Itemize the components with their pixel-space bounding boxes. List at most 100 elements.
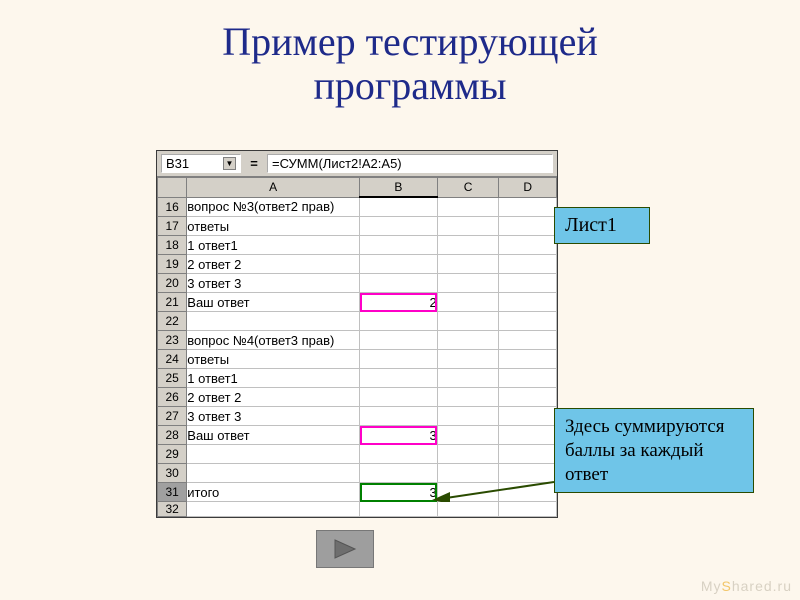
table-row: 17ответы xyxy=(158,217,557,236)
col-header-D[interactable]: D xyxy=(499,178,557,198)
cell[interactable] xyxy=(360,331,438,350)
row-header[interactable]: 30 xyxy=(158,464,187,483)
chevron-down-icon[interactable]: ▼ xyxy=(223,157,236,170)
cell[interactable] xyxy=(437,369,499,388)
cell[interactable] xyxy=(360,274,438,293)
name-box-value: B31 xyxy=(166,156,189,171)
cell[interactable] xyxy=(437,255,499,274)
table-row: 30 xyxy=(158,464,557,483)
cell[interactable]: вопрос №3(ответ2 прав) xyxy=(187,197,360,217)
cell[interactable] xyxy=(437,464,499,483)
cell[interactable]: 2 ответ 2 xyxy=(187,255,360,274)
row-header[interactable]: 22 xyxy=(158,312,187,331)
row-header[interactable]: 24 xyxy=(158,350,187,369)
cell[interactable] xyxy=(360,388,438,407)
cell[interactable]: 1 ответ1 xyxy=(187,236,360,255)
row-header[interactable]: 25 xyxy=(158,369,187,388)
cell[interactable] xyxy=(499,445,557,464)
cell[interactable] xyxy=(360,312,438,331)
cell[interactable] xyxy=(360,445,438,464)
cell[interactable] xyxy=(499,407,557,426)
cell[interactable] xyxy=(437,312,499,331)
cell[interactable]: итого xyxy=(187,483,360,502)
cell[interactable] xyxy=(499,255,557,274)
col-header-A[interactable]: A xyxy=(187,178,360,198)
cell[interactable] xyxy=(187,502,360,517)
row-header[interactable]: 19 xyxy=(158,255,187,274)
cell[interactable] xyxy=(437,502,499,517)
cell[interactable] xyxy=(499,350,557,369)
cell[interactable] xyxy=(499,236,557,255)
row-header[interactable]: 23 xyxy=(158,331,187,350)
cell[interactable] xyxy=(360,236,438,255)
row-header[interactable]: 27 xyxy=(158,407,187,426)
spreadsheet-grid[interactable]: A B C D 16вопрос №3(ответ2 прав)17ответы… xyxy=(157,177,557,517)
next-slide-button[interactable] xyxy=(316,530,374,568)
cell[interactable]: 3 ответ 3 xyxy=(187,407,360,426)
cell[interactable] xyxy=(437,388,499,407)
cell[interactable]: Ваш ответ xyxy=(187,293,360,312)
row-header[interactable]: 31 xyxy=(158,483,187,502)
row-header[interactable]: 32 xyxy=(158,502,187,517)
cell[interactable] xyxy=(499,197,557,217)
cell[interactable]: ответы xyxy=(187,350,360,369)
cell[interactable] xyxy=(499,426,557,445)
cell[interactable] xyxy=(499,274,557,293)
row-header[interactable]: 26 xyxy=(158,388,187,407)
cell[interactable] xyxy=(499,331,557,350)
cell[interactable] xyxy=(360,350,438,369)
cell[interactable]: вопрос №4(ответ3 прав) xyxy=(187,331,360,350)
cell[interactable] xyxy=(499,312,557,331)
row-header[interactable]: 18 xyxy=(158,236,187,255)
cell[interactable] xyxy=(187,464,360,483)
cell[interactable] xyxy=(499,293,557,312)
cell[interactable]: 2 ответ 2 xyxy=(187,388,360,407)
cell[interactable] xyxy=(437,274,499,293)
row-header[interactable]: 21 xyxy=(158,293,187,312)
cell[interactable] xyxy=(499,217,557,236)
cell[interactable] xyxy=(360,502,438,517)
cell[interactable] xyxy=(360,255,438,274)
name-box[interactable]: B31 ▼ xyxy=(161,154,241,173)
cell[interactable] xyxy=(437,197,499,217)
select-all-corner[interactable] xyxy=(158,178,187,198)
cell[interactable]: 1 ответ1 xyxy=(187,369,360,388)
cell[interactable] xyxy=(360,464,438,483)
cell[interactable] xyxy=(360,217,438,236)
cell[interactable] xyxy=(499,388,557,407)
cell[interactable] xyxy=(360,369,438,388)
row-header[interactable]: 29 xyxy=(158,445,187,464)
slide: Пример тестирующей программы B31 ▼ = =СУ… xyxy=(0,0,800,600)
cell[interactable] xyxy=(499,369,557,388)
cell[interactable] xyxy=(437,236,499,255)
cell[interactable] xyxy=(437,293,499,312)
cell[interactable] xyxy=(437,483,499,502)
col-header-C[interactable]: C xyxy=(437,178,499,198)
cell[interactable] xyxy=(360,407,438,426)
cell[interactable] xyxy=(437,445,499,464)
formula-input[interactable]: =СУММ(Лист2!A2:A5) xyxy=(267,154,553,173)
cell[interactable] xyxy=(437,426,499,445)
cell[interactable]: 3 xyxy=(360,426,438,445)
cell[interactable]: Ваш ответ xyxy=(187,426,360,445)
cell[interactable]: 3 ответ 3 xyxy=(187,274,360,293)
row-header[interactable]: 20 xyxy=(158,274,187,293)
cell[interactable] xyxy=(499,502,557,517)
cell[interactable] xyxy=(437,217,499,236)
cell[interactable] xyxy=(187,312,360,331)
cell[interactable] xyxy=(187,445,360,464)
col-header-B[interactable]: B xyxy=(360,178,438,198)
table-row: 273 ответ 3 xyxy=(158,407,557,426)
row-header[interactable]: 17 xyxy=(158,217,187,236)
cell[interactable] xyxy=(499,464,557,483)
cell[interactable]: 2 xyxy=(360,293,438,312)
row-header[interactable]: 28 xyxy=(158,426,187,445)
cell[interactable] xyxy=(437,331,499,350)
cell[interactable] xyxy=(499,483,557,502)
cell[interactable]: 3 xyxy=(360,483,438,502)
row-header[interactable]: 16 xyxy=(158,197,187,217)
cell[interactable] xyxy=(437,407,499,426)
cell[interactable] xyxy=(360,197,438,217)
cell[interactable]: ответы xyxy=(187,217,360,236)
cell[interactable] xyxy=(437,350,499,369)
